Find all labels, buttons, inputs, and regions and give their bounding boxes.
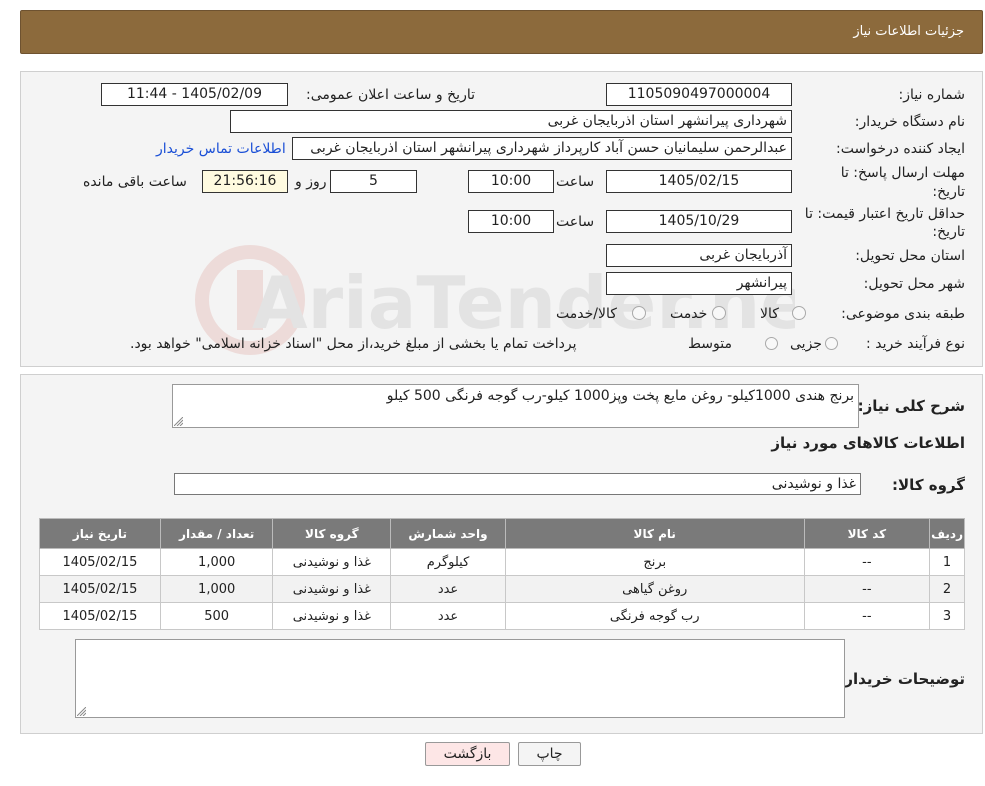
cell-name: رب گوجه فرنگی (504, 602, 805, 630)
summary-label: شرح کلی نیاز: (857, 397, 965, 415)
cell-group: غذا و نوشیدنی (272, 575, 392, 603)
process-option-medium: متوسط (688, 336, 732, 352)
goods-group-field: غذا و نوشیدنی (174, 473, 861, 495)
col-header-quantity: تعداد / مقدار (159, 518, 274, 549)
category-radio-service[interactable] (712, 306, 726, 320)
buyer-notes-label: توضیحات خریدار: (838, 670, 965, 688)
cell-unit: عدد (390, 575, 506, 603)
days-remaining-field: 5 (330, 170, 417, 193)
col-header-code: کد کالا (803, 518, 931, 549)
deadline-time-field: 10:00 (468, 170, 554, 193)
validity-date-field: 1405/10/29 (606, 210, 792, 233)
cell-name: روغن گیاهی (504, 575, 805, 603)
cell-unit: عدد (390, 602, 506, 630)
province-field: آذربایجان غربی (606, 244, 792, 267)
print-button[interactable]: چاپ (518, 742, 581, 766)
validity-label: حداقل تاریخ اعتبار قیمت: تا (804, 206, 965, 222)
validity-label-date: تاریخ: (932, 224, 965, 240)
remaining-time-field: 21:56:16 (202, 170, 288, 193)
goods-table: ردیف کد کالا نام کالا واحد شمارش گروه کا… (39, 518, 965, 630)
buyer-notes-textarea[interactable] (75, 639, 845, 718)
creator-field: عبدالرحمن سلیمانیان حسن آباد کارپرداز شه… (292, 137, 792, 160)
deadline-label-date: تاریخ: (932, 184, 965, 200)
process-note: پرداخت تمام یا بخشی از مبلغ خرید،از محل … (130, 336, 577, 352)
buyer-org-label: نام دستگاه خریدار: (854, 114, 965, 130)
cell-date: 1405/02/15 (39, 602, 161, 630)
days-label: روز و (295, 174, 327, 190)
table-row: 1 -- برنج کیلوگرم غذا و نوشیدنی 1,000 14… (39, 548, 965, 576)
cell-quantity: 1,000 (159, 548, 274, 576)
cell-code: -- (803, 602, 931, 630)
process-radio-minor[interactable] (825, 337, 838, 350)
buyer-contact-link[interactable]: اطلاعات تماس خریدار (156, 141, 286, 157)
col-header-unit: واحد شمارش (390, 518, 506, 549)
remaining-label: ساعت باقی مانده (83, 174, 187, 190)
process-radio-medium[interactable] (765, 337, 778, 350)
deadline-date-field: 1405/02/15 (606, 170, 792, 193)
goods-info-title: اطلاعات کالاهای مورد نیاز (771, 434, 965, 452)
col-header-group: گروه کالا (272, 518, 392, 549)
cell-date: 1405/02/15 (39, 548, 161, 576)
city-field: پیرانشهر (606, 272, 792, 295)
announce-datetime-field: 1405/02/09 - 11:44 (101, 83, 288, 106)
cell-group: غذا و نوشیدنی (272, 602, 392, 630)
cell-name: برنج (504, 548, 805, 576)
cell-code: -- (803, 548, 931, 576)
city-label: شهر محل تحویل: (863, 276, 965, 292)
need-number-field: 1105090497000004 (606, 83, 792, 106)
table-row: 3 -- رب گوجه فرنگی عدد غذا و نوشیدنی 500… (39, 602, 965, 630)
category-option-service: خدمت (670, 306, 708, 322)
deadline-label: مهلت ارسال پاسخ: تا (840, 165, 965, 181)
table-row: 2 -- روغن گیاهی عدد غذا و نوشیدنی 1,000 … (39, 575, 965, 603)
deadline-time-label: ساعت (556, 174, 595, 190)
process-label: نوع فرآیند خرید : (866, 336, 965, 352)
col-header-name: نام کالا (504, 518, 805, 549)
category-option-goods: کالا (760, 306, 779, 322)
process-option-minor: جزیی (790, 336, 822, 352)
announce-label: تاریخ و ساعت اعلان عمومی: (306, 87, 475, 103)
table-header-row: ردیف کد کالا نام کالا واحد شمارش گروه کا… (39, 518, 965, 549)
summary-textarea[interactable]: برنج هندی 1000کیلو- روغن مایع پخت وپز100… (172, 384, 859, 428)
validity-time-label: ساعت (556, 214, 595, 230)
category-radio-goods[interactable] (792, 306, 806, 320)
page-header: جزئیات اطلاعات نیاز (20, 10, 983, 54)
cell-row-number: 3 (929, 602, 965, 630)
col-header-row-number: ردیف (929, 518, 965, 549)
cell-unit: کیلوگرم (390, 548, 506, 576)
summary-text: برنج هندی 1000کیلو- روغن مایع پخت وپز100… (386, 388, 854, 404)
cell-row-number: 2 (929, 575, 965, 603)
province-label: استان محل تحویل: (855, 248, 965, 264)
summary-resize-handle-icon[interactable] (174, 417, 183, 426)
need-number-label: شماره نیاز: (898, 87, 966, 103)
col-header-date: تاریخ نیاز (39, 518, 161, 549)
cell-group: غذا و نوشیدنی (272, 548, 392, 576)
back-button[interactable]: بازگشت (425, 742, 510, 766)
category-label: طبقه بندی موضوعی: (841, 306, 965, 322)
cell-date: 1405/02/15 (39, 575, 161, 603)
category-option-goods-service: کالا/خدمت (556, 306, 617, 322)
category-radio-goods-service[interactable] (632, 306, 646, 320)
cell-row-number: 1 (929, 548, 965, 576)
page-title: جزئیات اطلاعات نیاز (853, 24, 964, 39)
cell-quantity: 1,000 (159, 575, 274, 603)
cell-quantity: 500 (159, 602, 274, 630)
creator-label: ایجاد کننده درخواست: (836, 141, 965, 157)
goods-group-label: گروه کالا: (892, 476, 965, 494)
buyer-org-field: شهرداری پیرانشهر استان اذربایجان غربی (230, 110, 792, 133)
validity-time-field: 10:00 (468, 210, 554, 233)
notes-resize-handle-icon[interactable] (77, 707, 86, 716)
cell-code: -- (803, 575, 931, 603)
